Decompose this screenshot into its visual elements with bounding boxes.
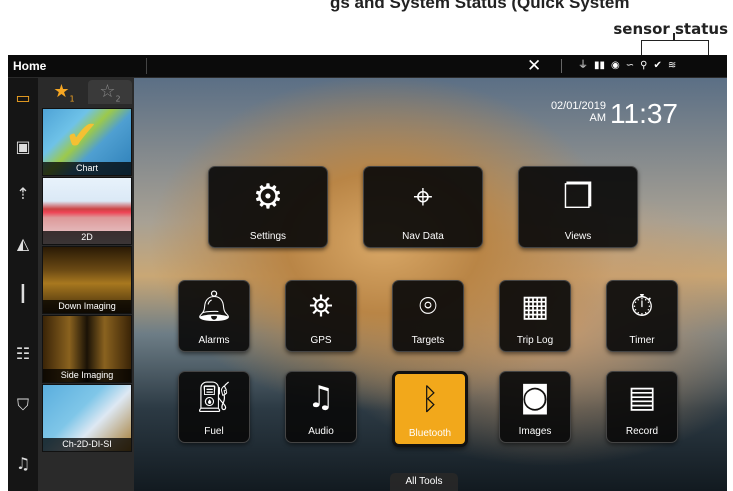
thumb-label: 2D [43,231,131,244]
tile-label: Bluetooth [408,428,452,439]
music-note-icon: ♫ [307,380,335,415]
page-title: Home [13,59,47,73]
tile-label: Record [625,426,659,437]
check-icon: ✔ [653,60,662,71]
divider [561,59,562,73]
views-tile[interactable]: ❐ Views [518,166,638,248]
film-record-icon: ▤ [627,380,657,415]
cut-caption: gs and System Status (Quick System [330,0,630,12]
tile-label: Settings [249,231,287,242]
sensor-status-label: sensor status [613,20,728,38]
music-icon[interactable]: ♫ [8,448,38,478]
fuel-tile[interactable]: ⛽︎ Fuel [178,371,250,443]
home-main-area: 02/01/2019 AM 11:37 ⚙ Settings ⌖ Nav Dat… [134,78,727,491]
record-tile[interactable]: ▤ Record [606,371,678,443]
trolling-motor-icon[interactable]: ⇡ [8,178,38,208]
tile-label: Targets [411,335,445,346]
map-pin-icon: ⌖ [413,177,433,217]
timer-tile[interactable]: ⏱ Timer [606,280,678,352]
gps-icon: ◉ [611,60,620,71]
wifi-icon: ≋ [667,60,677,71]
left-toolbar: ▭ ▣ ⇡ ◭ ┃ ☷ ⛉ ♫ [8,78,39,491]
sensor-status-icons[interactable]: ⏚ ▮▮ ◉ ∽ ⚲ ✔ ≋ [578,58,676,74]
gps-tile[interactable]: ⛯ GPS [285,280,357,352]
temp-icon: ⚲ [640,60,648,71]
sonar-icon: ∽ [625,60,635,71]
nav-data-tile[interactable]: ⌖ Nav Data [363,166,483,248]
camera-icon: ◙ [520,380,550,415]
favorite-side-imaging[interactable]: Side Imaging [42,315,132,383]
odometer-icon: ▦ [520,289,550,324]
tile-label: Trip Log [516,335,554,346]
tile-label: Images [518,426,552,437]
tile-label: Nav Data [402,231,444,242]
thumb-label: Ch-2D-DI-SI [43,438,131,451]
bluetooth-icon: ᛒ [421,382,439,417]
tab-number: 1 [69,94,75,104]
callout-area: gs and System Status (Quick System senso… [0,0,733,55]
favorites-panel: ★1 ☆2 ✔ Chart 2D Down Imaging Side Imagi… [38,78,134,491]
thumb-label: Down Imaging [43,300,131,313]
divider [146,58,147,74]
tab-number: 2 [115,94,121,104]
views-icon[interactable]: ▭ [8,82,38,112]
tile-label: Timer [629,335,655,346]
tile-label: GPS [310,335,332,346]
equalizer-icon[interactable]: ☷ [8,338,38,368]
device-screen: Home ✕ ⏚ ▮▮ ◉ ∽ ⚲ ✔ ≋ ▭ ▣ ⇡ ◭ ┃ ☷ ⛉ ♫ ★1… [8,55,727,491]
all-tools-button[interactable]: All Tools [390,473,458,491]
date-text: 02/01/2019 [550,100,606,112]
favorite-down-imaging[interactable]: Down Imaging [42,246,132,314]
tile-label: Views [564,231,592,242]
close-icon[interactable]: ✕ [527,56,541,76]
autopilot-icon[interactable]: ◭ [8,228,38,258]
tile-label: Alarms [198,335,230,346]
star-icon: ★ [53,81,70,102]
favorites-tabs: ★1 ☆2 [38,78,134,106]
settings-tile[interactable]: ⚙ Settings [208,166,328,248]
target-icon: ⌾ [419,289,437,324]
targets-tile[interactable]: ⌾ Targets [392,280,464,352]
tile-label: Fuel [204,426,224,437]
ampm-text: AM [589,112,607,124]
thumb-label: Side Imaging [43,369,131,382]
antenna-icon: ▮▮ [594,60,606,71]
satellite-icon: ⛯ [309,289,333,324]
tile-label: Audio [308,426,334,437]
temp-gauge-icon[interactable]: ▣ [8,131,38,161]
favorite-combo-view[interactable]: Ch-2D-DI-SI [42,384,132,452]
star-outline-icon: ☆ [99,81,116,102]
selected-check-icon: ✔ [65,113,99,159]
favorite-chart[interactable]: ✔ Chart [42,108,132,176]
fuel-pump-icon: ⛽︎ [194,380,234,415]
bell-icon: 🔔︎ [194,289,234,324]
sensor-status-bracket [641,40,709,55]
thumb-label: Chart [43,162,131,175]
clock-time: 11:37 [610,98,678,129]
alarms-tile[interactable]: 🔔︎ Alarms [178,280,250,352]
views-icon: ❐ [562,177,594,217]
favorites-tab-2[interactable]: ☆2 [88,80,132,104]
favorites-tab-1[interactable]: ★1 [42,80,86,104]
favorite-2d[interactable]: 2D [42,177,132,245]
transducer-icon[interactable]: ┃ [8,278,38,308]
stopwatch-icon: ⏱ [630,289,654,324]
outboard-motor-icon[interactable]: ⛉ [8,390,38,420]
audio-tile[interactable]: ♫ Audio [285,371,357,443]
clock-date: 02/01/2019 AM [542,100,606,124]
images-tile[interactable]: ◙ Images [499,371,571,443]
bluetooth-tile[interactable]: ᛒ Bluetooth [392,371,468,447]
trip-log-tile[interactable]: ▦ Trip Log [499,280,571,352]
signal-icon: ⏚ [578,60,588,71]
top-status-bar: Home ✕ ⏚ ▮▮ ◉ ∽ ⚲ ✔ ≋ [8,55,727,78]
gear-icon: ⚙ [252,177,284,217]
